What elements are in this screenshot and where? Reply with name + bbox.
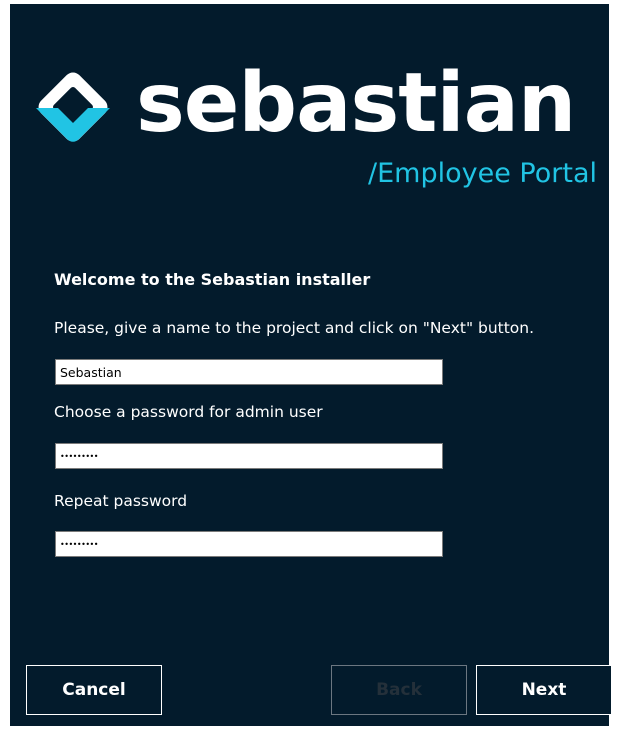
installer-window: sebastian /Employee Portal Welcome to th… <box>10 4 612 726</box>
repeat-password-label: Repeat password <box>54 492 188 510</box>
next-button[interactable]: Next <box>476 665 612 715</box>
repeat-password-input[interactable] <box>55 531 443 557</box>
brand-subtitle: /Employee Portal <box>368 158 597 189</box>
password-label: Choose a password for admin user <box>54 403 323 421</box>
sebastian-logo-icon <box>36 72 110 142</box>
password-input[interactable] <box>55 443 443 469</box>
instruction-text: Please, give a name to the project and c… <box>54 319 535 337</box>
welcome-heading: Welcome to the Sebastian installer <box>54 270 371 289</box>
project-name-input[interactable] <box>55 359 443 385</box>
brand-name: sebastian <box>136 56 576 151</box>
cancel-button[interactable]: Cancel <box>26 665 162 715</box>
back-button[interactable]: Back <box>331 665 467 715</box>
